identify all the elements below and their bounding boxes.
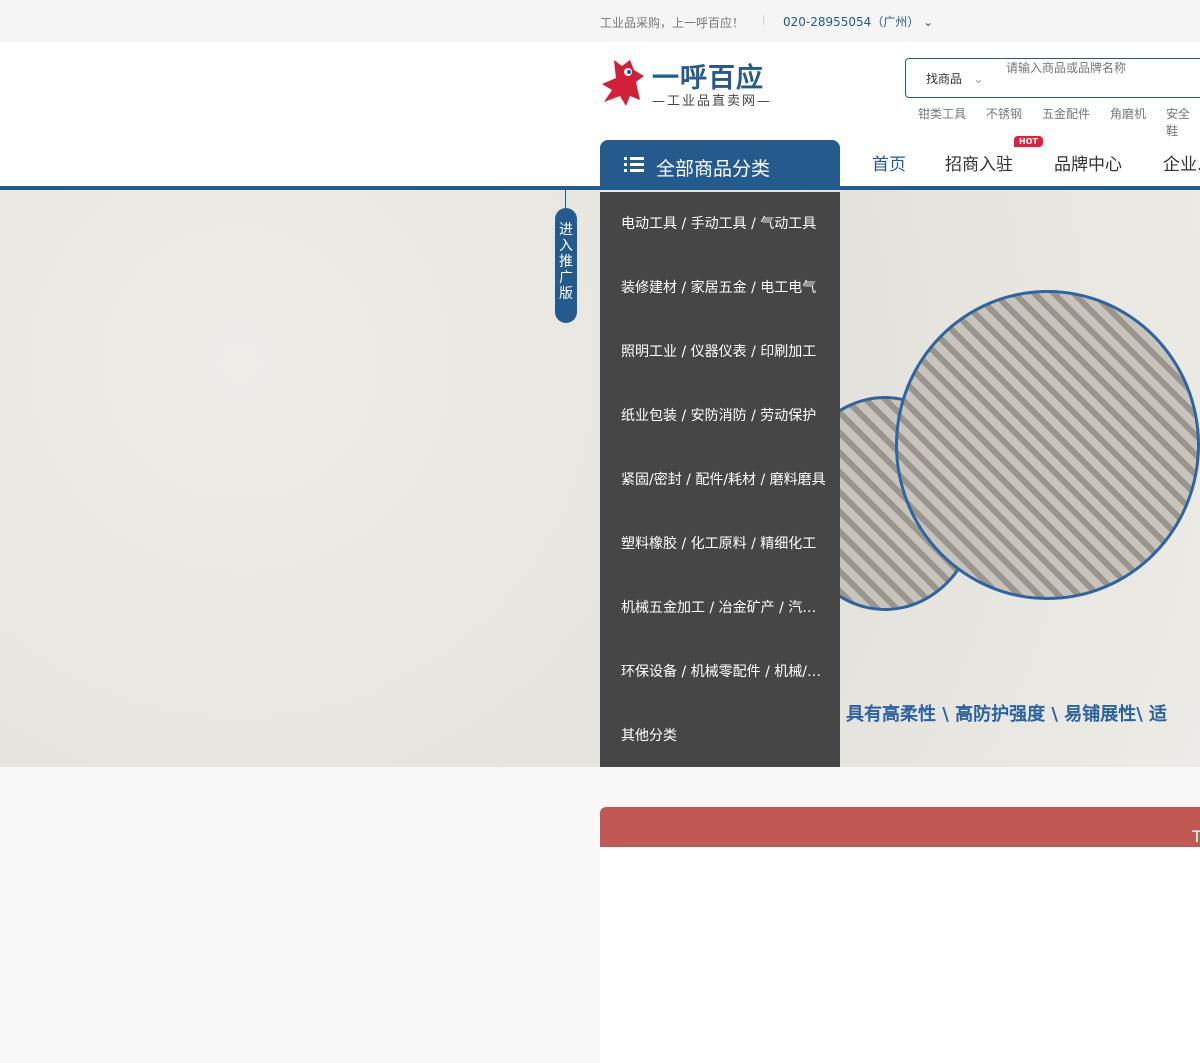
search-type-label: 找商品 <box>926 72 963 86</box>
panel-header: T <box>600 807 1200 847</box>
banner-image-mesh <box>895 290 1200 600</box>
hot-keyword[interactable]: 五金配件 <box>1042 105 1090 122</box>
nav-home[interactable]: 首页 <box>872 150 906 175</box>
promo-version-button[interactable]: 进入推广版 <box>555 208 577 323</box>
phone-number: 020-28955054（广州） <box>783 15 920 29</box>
chevron-down-icon: ⌄ <box>923 15 934 29</box>
category-item[interactable]: 其他分类 <box>600 704 840 768</box>
category-item[interactable]: 塑料橡胶 / 化工原料 / 精细化工 <box>600 512 840 576</box>
promo-hanger <box>565 190 566 210</box>
top-bar: 工业品采购，上一呼百应！ | 020-28955054（广州） ⌄ <box>0 0 1200 42</box>
all-categories-button[interactable]: 全部商品分类 <box>600 140 840 192</box>
panel-title: T <box>1192 827 1200 846</box>
hot-keyword[interactable]: 钳类工具 <box>918 105 966 122</box>
category-item[interactable]: 紧固/密封 / 配件/耗材 / 磨料磨具 <box>600 448 840 512</box>
mascot-logo-icon <box>602 60 644 106</box>
banner-caption: 具有高柔性 \ 高防护强度 \ 易铺展性\ 适 <box>846 704 1168 725</box>
nav-merchant-join[interactable]: 招商入驻 <box>945 150 1013 175</box>
category-item[interactable]: 电动工具 / 手动工具 / 气动工具 <box>600 192 840 256</box>
slogan: 工业品采购，上一呼百应！ <box>600 16 745 30</box>
hot-keyword[interactable]: 安全鞋 <box>1166 105 1200 139</box>
all-categories-label: 全部商品分类 <box>656 158 771 180</box>
nav-enterprise[interactable]: 企业... <box>1163 150 1200 175</box>
category-menu: 电动工具 / 手动工具 / 气动工具 装修建材 / 家居五金 / 电工电气 照明… <box>600 192 840 767</box>
hot-badge: HOT <box>1014 136 1043 147</box>
phone-dropdown[interactable]: 020-28955054（广州） ⌄ <box>783 13 933 30</box>
logo-tagline: —工业品直卖网— <box>652 94 773 109</box>
search-input[interactable] <box>1006 59 1200 77</box>
category-item[interactable]: 环保设备 / 机械零配件 / 机械/设备 <box>600 640 840 704</box>
search-box: 找商品 ⌄ <box>905 58 1200 98</box>
logo[interactable]: 一呼百应 —工业品直卖网— <box>600 56 775 109</box>
category-item[interactable]: 机械五金加工 / 冶金矿产 / 汽车用品 <box>600 576 840 640</box>
hot-keyword[interactable]: 角磨机 <box>1110 105 1146 122</box>
category-item[interactable]: 纸业包装 / 安防消防 / 劳动保护 <box>600 384 840 448</box>
category-item[interactable]: 装修建材 / 家居五金 / 电工电气 <box>600 256 840 320</box>
nav-brand-center[interactable]: 品牌中心 <box>1054 150 1122 175</box>
list-icon <box>624 157 644 172</box>
category-item[interactable]: 照明工业 / 仪器仪表 / 印刷加工 <box>600 320 840 384</box>
chevron-down-icon: ⌄ <box>973 72 984 86</box>
content-panel: T <box>600 807 1200 1063</box>
search-type-select[interactable]: 找商品 ⌄ <box>926 70 984 87</box>
divider: | <box>762 15 766 26</box>
hot-keyword[interactable]: 不锈钢 <box>986 105 1022 122</box>
